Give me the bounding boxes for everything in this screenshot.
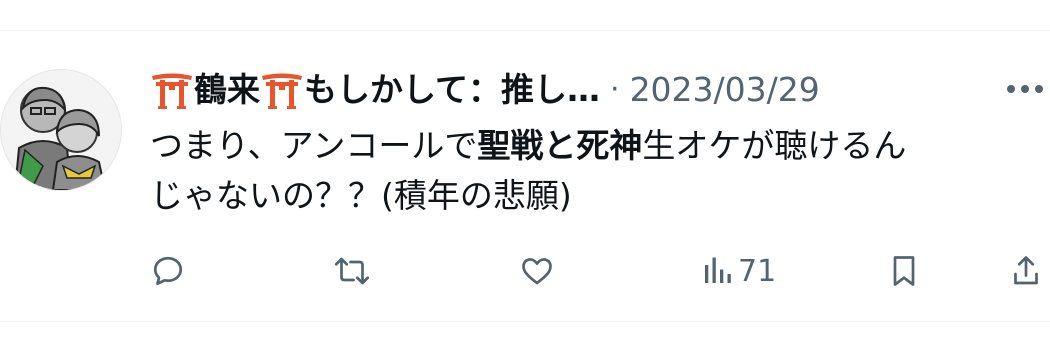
views-count: 71 bbox=[738, 253, 777, 289]
bookmark-icon bbox=[888, 253, 920, 289]
bottom-divider bbox=[0, 321, 1050, 322]
torii-icon bbox=[260, 70, 304, 110]
text-segment-bold: 聖戦と死神 bbox=[477, 126, 643, 165]
separator: · bbox=[610, 72, 620, 107]
reply-button[interactable] bbox=[150, 241, 186, 301]
text-segment: 生オケが聴けるん bbox=[642, 126, 907, 165]
tweet-text-line-1: つまり、アンコールで聖戦と死神生オケが聴けるん bbox=[150, 121, 1050, 171]
retweet-icon bbox=[332, 253, 372, 289]
tweet[interactable]: 鶴来 もしかして：推し… · 2023/03/29 つまり、アンコールで聖戦と死… bbox=[0, 31, 1050, 321]
share-button[interactable] bbox=[1010, 241, 1042, 301]
views-button[interactable]: 71 bbox=[702, 241, 776, 301]
tweet-text: つまり、アンコールで聖戦と死神生オケが聴けるん じゃないの？？(積年の悲願) bbox=[150, 121, 1050, 221]
reply-icon bbox=[150, 253, 186, 289]
views-icon bbox=[702, 253, 732, 289]
tweet-text-line-2: じゃないの？？(積年の悲願) bbox=[150, 176, 572, 215]
avatar[interactable] bbox=[0, 69, 122, 191]
more-icon[interactable] bbox=[1000, 79, 1050, 99]
like-icon bbox=[519, 253, 555, 289]
display-name-part1[interactable]: 鶴来 bbox=[194, 70, 260, 110]
share-icon bbox=[1010, 253, 1042, 289]
timestamp[interactable]: 2023/03/29 bbox=[630, 70, 820, 110]
bookmark-button[interactable] bbox=[888, 241, 920, 301]
tweet-header: 鶴来 もしかして：推し… · 2023/03/29 bbox=[150, 65, 1050, 115]
action-bar: 71 bbox=[0, 241, 1050, 301]
torii-icon bbox=[150, 70, 194, 110]
retweet-button[interactable] bbox=[332, 241, 372, 301]
like-button[interactable] bbox=[519, 241, 555, 301]
text-segment: つまり、アンコールで bbox=[150, 126, 478, 165]
display-name-part2[interactable]: もしかして：推し… bbox=[304, 70, 600, 110]
